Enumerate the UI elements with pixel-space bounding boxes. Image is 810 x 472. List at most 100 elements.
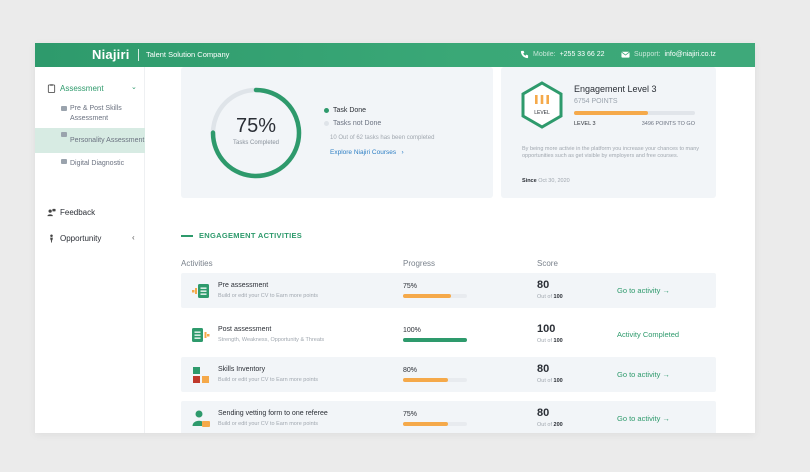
activity-progress-bar — [403, 378, 467, 382]
support-value[interactable]: info@niajiri.co.tz — [664, 51, 715, 58]
outof-value: 100 — [553, 378, 563, 384]
section-title: ENGAGEMENT ACTIVITIES — [181, 231, 302, 240]
activity-score-outof: Out of 100 — [537, 294, 563, 300]
tasks-card: 75% Tasks Completed Task Done Tasks not … — [181, 67, 493, 198]
column-header-progress: Progress — [403, 259, 436, 268]
chevron-down-icon: ⌄ — [131, 84, 137, 91]
engagement-since: Since Oct 30, 2020 — [522, 178, 570, 184]
engagement-progress-bar — [574, 111, 695, 115]
outof-prefix: Out of — [537, 378, 552, 384]
go-to-activity-button[interactable]: Go to activity → — [617, 414, 670, 423]
chevron-right-icon: › — [397, 149, 404, 156]
activity-row: Skills Inventory Build or edit your CV t… — [181, 357, 716, 392]
activity-title: Pre assessment — [218, 282, 269, 289]
mobile-value: +255 33 66 22 — [559, 51, 605, 58]
tasks-percent: 75% — [235, 115, 277, 137]
sidebar-subitem-label: Pre & Post Skills Assessment — [70, 105, 122, 122]
activity-score-outof: Out of 100 — [537, 378, 563, 384]
activity-score-outof: Out of 200 — [537, 422, 563, 428]
activity-score: 80 — [537, 279, 550, 291]
activity-title: Sending vetting form to one referee — [218, 410, 328, 417]
activity-score-outof: Out of 100 — [537, 338, 563, 344]
outof-prefix: Out of — [537, 338, 552, 344]
column-header-score: Score — [537, 259, 558, 268]
engagement-progress-fill — [574, 111, 648, 115]
section-title-text: ENGAGEMENT ACTIVITIES — [199, 231, 303, 240]
legend-label-not-done: Tasks not Done — [333, 120, 382, 127]
sidebar-item-opportunity[interactable]: Opportunity ‹ — [35, 231, 145, 245]
go-to-activity-button[interactable]: Go to activity → — [617, 286, 670, 295]
briefcase-icon — [61, 159, 67, 164]
since-date: Oct 30, 2020 — [538, 178, 570, 184]
go-to-activity-button[interactable]: Go to activity → — [617, 370, 670, 379]
explore-courses-link[interactable]: Explore Niajiri Courses › — [330, 149, 404, 156]
legend-task-done: Task Done — [324, 107, 366, 114]
mobile-label: Mobile: — [533, 51, 556, 58]
tasks-note: 10 Out of 62 tasks has been completed — [330, 135, 435, 141]
explore-courses-label: Explore Niajiri Courses — [330, 149, 397, 156]
activity-row: Post assessment Strength, Weakness, Oppo… — [181, 317, 716, 352]
sidebar: Assessment ⌄ Pre & Post Skills Assessmen… — [35, 67, 145, 433]
app-window: Niajiri Talent Solution Company Mobile: … — [35, 43, 755, 433]
activity-description: Build or edit your CV to Earn more point… — [218, 421, 318, 427]
mail-icon — [621, 51, 630, 58]
engagement-card: LEVEL Engagement Level 3 6754 POINTS LEV… — [501, 67, 716, 198]
engagement-title: Engagement Level 3 — [574, 84, 657, 94]
logo-text: Niajiri — [92, 47, 130, 62]
column-header-activities: Activities — [181, 259, 213, 268]
sidebar-label-assessment: Assessment — [60, 83, 104, 93]
activity-progress-bar — [403, 294, 467, 298]
activity-title: Post assessment — [218, 326, 272, 333]
engagement-points-to-go: 3496 POINTS TO GO — [641, 121, 695, 127]
activity-score: 80 — [537, 407, 550, 419]
activity-progress-fill — [403, 338, 467, 342]
sidebar-subitem-digital[interactable]: Digital Diagnostic — [35, 157, 145, 171]
checklist-icon — [192, 284, 209, 298]
engagement-level: LEVEL 3 — [574, 121, 596, 127]
opportunity-icon — [50, 234, 53, 243]
legend-label-done: Task Done — [333, 107, 367, 114]
blocks-icon — [193, 367, 209, 383]
chevron-left-icon: ‹ — [132, 233, 135, 242]
engagement-points: 6754 POINTS — [574, 98, 618, 105]
legend-dot-done — [324, 108, 329, 113]
legend-dot-not-done — [324, 121, 329, 126]
activity-progress-bar — [403, 338, 467, 342]
feedback-icon — [47, 208, 56, 216]
sidebar-item-feedback[interactable]: Feedback — [35, 205, 145, 219]
outof-value: 200 — [553, 422, 563, 428]
sidebar-item-assessment[interactable]: Assessment ⌄ — [35, 81, 145, 95]
header-divider — [138, 49, 139, 61]
level-badge-icon: LEVEL — [521, 81, 563, 129]
activity-progress-label: 100% — [403, 327, 421, 334]
sidebar-subitem-label: Digital Diagnostic — [70, 160, 125, 167]
assessment-icon — [47, 83, 56, 93]
activity-progress-fill — [403, 378, 448, 382]
sidebar-subitem-label: Personality Assessment — [70, 136, 145, 144]
outof-prefix: Out of — [537, 294, 552, 300]
activity-progress-label: 75% — [403, 283, 418, 290]
activity-row: Pre assessment Build or edit your CV to … — [181, 273, 716, 308]
activity-row: Sending vetting form to one referee Buil… — [181, 401, 716, 433]
activity-score: 80 — [537, 363, 550, 375]
sidebar-subitem-pre-post[interactable]: Pre & Post Skills Assessment — [35, 102, 145, 126]
briefcase-icon — [61, 132, 67, 137]
activity-description: Build or edit your CV to Earn more point… — [218, 377, 318, 383]
logo[interactable]: Niajiri — [92, 47, 130, 62]
since-label: Since — [522, 178, 537, 184]
activity-progress-fill — [403, 422, 448, 426]
sidebar-subitem-personality[interactable]: Personality Assessment — [35, 128, 145, 153]
support-label: Support: — [634, 51, 661, 58]
legend-task-not-done: Tasks not Done — [324, 120, 381, 127]
activity-progress-fill — [403, 294, 451, 298]
outof-value: 100 — [553, 294, 563, 300]
clipboard-icon — [192, 328, 210, 342]
outof-prefix: Out of — [537, 422, 552, 428]
sidebar-label-opportunity: Opportunity — [60, 233, 102, 243]
activity-completed-status: Activity Completed — [617, 330, 680, 339]
section-dash — [181, 234, 193, 237]
tagline: Talent Solution Company — [146, 50, 230, 59]
activity-description: Build or edit your CV to Earn more point… — [218, 293, 318, 299]
mobile-contact: Mobile: +255 33 66 22 — [520, 50, 605, 59]
top-bar: Niajiri Talent Solution Company Mobile: … — [35, 43, 755, 67]
